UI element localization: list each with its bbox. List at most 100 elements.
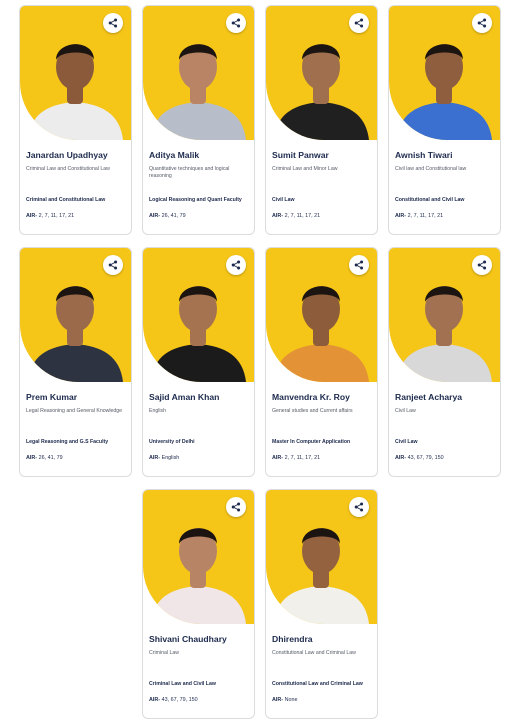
faculty-subjects: Quantitative techniques and logical reas… xyxy=(149,166,230,180)
faculty-specialization: Logical Reasoning and Quant Faculty xyxy=(149,197,242,203)
faculty-specialization: University of Delhi xyxy=(149,439,195,445)
faculty-air: AIR- English xyxy=(149,455,250,461)
faculty-subjects: Civil Law xyxy=(395,408,416,414)
faculty-subjects: Criminal Law xyxy=(149,650,179,656)
air-value: None xyxy=(284,697,298,703)
faculty-name: Prem Kumar xyxy=(26,392,78,402)
share-button[interactable] xyxy=(349,13,369,33)
faculty-specialization: Legal Reasoning and G.S Faculty xyxy=(26,439,109,445)
share-button[interactable] xyxy=(349,255,369,275)
faculty-card[interactable]: Aditya Malik Quantitative techniques and… xyxy=(142,5,255,235)
air-label: AIR- xyxy=(149,213,161,219)
faculty-photo xyxy=(389,6,500,140)
air-label: AIR- xyxy=(395,213,407,219)
air-value: 43, 67, 79, 150 xyxy=(161,697,198,703)
faculty-subjects: General studies and Current affairs xyxy=(272,408,353,414)
faculty-specialization: Constitutional and Civil Law xyxy=(395,197,465,203)
faculty-card[interactable]: Manvendra Kr. Roy General studies and Cu… xyxy=(265,247,378,477)
faculty-photo xyxy=(266,248,377,382)
share-icon xyxy=(231,502,241,512)
faculty-card[interactable]: Janardan Upadhyay Criminal Law and Const… xyxy=(19,5,132,235)
air-label: AIR- xyxy=(26,213,38,219)
faculty-name: Aditya Malik xyxy=(149,150,200,160)
faculty-card[interactable]: Sajid Aman Khan English University of De… xyxy=(142,247,255,477)
faculty-subjects: English xyxy=(149,408,167,414)
share-icon xyxy=(477,18,487,28)
faculty-air: AIR- 2, 7, 11, 17, 21 xyxy=(395,213,496,219)
share-button[interactable] xyxy=(226,497,246,517)
share-button[interactable] xyxy=(103,13,123,33)
faculty-photo xyxy=(143,490,254,624)
share-icon xyxy=(231,260,241,270)
share-button[interactable] xyxy=(472,255,492,275)
air-value: 2, 7, 11, 17, 21 xyxy=(38,213,75,219)
faculty-specialization: Master In Computer Application xyxy=(272,439,351,445)
share-button[interactable] xyxy=(226,255,246,275)
faculty-air: AIR- 2, 7, 11, 17, 21 xyxy=(272,455,373,461)
faculty-name: Sumit Panwar xyxy=(272,150,329,160)
faculty-name: Shivani Chaudhary xyxy=(149,634,227,644)
faculty-subjects: Constitutional Law and Criminal Law xyxy=(272,650,356,656)
air-value: 26, 41, 79 xyxy=(161,213,186,219)
share-button[interactable] xyxy=(226,13,246,33)
faculty-photo xyxy=(389,248,500,382)
faculty-card[interactable]: Shivani Chaudhary Criminal Law Criminal … xyxy=(142,489,255,719)
faculty-card[interactable]: Ranjeet Acharya Civil Law Civil Law AIR-… xyxy=(388,247,501,477)
faculty-photo xyxy=(266,6,377,140)
air-label: AIR- xyxy=(149,455,161,461)
air-label: AIR- xyxy=(272,213,284,219)
faculty-subjects: Criminal Law and Constitutional Law xyxy=(26,166,110,172)
air-value: 43, 67, 79, 150 xyxy=(407,455,444,461)
faculty-air: AIR- 2, 7, 11, 17, 21 xyxy=(26,213,127,219)
faculty-specialization: Civil Law xyxy=(395,439,418,445)
faculty-name: Manvendra Kr. Roy xyxy=(272,392,350,402)
air-value: 2, 7, 11, 17, 21 xyxy=(284,213,321,219)
faculty-subjects: Legal Reasoning and General Knowledge xyxy=(26,408,123,414)
faculty-card[interactable]: Dhirendra Constitutional Law and Crimina… xyxy=(265,489,378,719)
share-icon xyxy=(108,18,118,28)
faculty-name: Janardan Upadhyay xyxy=(26,150,108,160)
air-value: 26, 41, 79 xyxy=(38,455,63,461)
air-label: AIR- xyxy=(26,455,38,461)
share-icon xyxy=(354,18,364,28)
faculty-air: AIR- 26, 41, 79 xyxy=(149,213,250,219)
air-value: 2, 7, 11, 17, 21 xyxy=(407,213,444,219)
air-label: AIR- xyxy=(149,697,161,703)
share-icon xyxy=(231,18,241,28)
faculty-subjects: Civil law and Constitutional law xyxy=(395,166,467,172)
faculty-specialization: Civil Law xyxy=(272,197,295,203)
share-button[interactable] xyxy=(472,13,492,33)
air-label: AIR- xyxy=(395,455,407,461)
air-label: AIR- xyxy=(272,455,284,461)
air-label: AIR- xyxy=(272,697,284,703)
faculty-name: Awnish Tiwari xyxy=(395,150,453,160)
air-value: English xyxy=(161,455,180,461)
faculty-air: AIR- 2, 7, 11, 17, 21 xyxy=(272,213,373,219)
faculty-photo xyxy=(266,490,377,624)
faculty-specialization: Criminal Law and Civil Law xyxy=(149,681,216,687)
air-value: 2, 7, 11, 17, 21 xyxy=(284,455,321,461)
faculty-specialization: Criminal and Constitutional Law xyxy=(26,197,106,203)
share-icon xyxy=(354,260,364,270)
faculty-air: AIR- None xyxy=(272,697,373,703)
share-button[interactable] xyxy=(103,255,123,275)
share-icon xyxy=(477,260,487,270)
faculty-card[interactable]: Prem Kumar Legal Reasoning and General K… xyxy=(19,247,132,477)
faculty-name: Ranjeet Acharya xyxy=(395,392,463,402)
faculty-photo xyxy=(143,248,254,382)
faculty-name: Sajid Aman Khan xyxy=(149,392,220,402)
faculty-name: Dhirendra xyxy=(272,634,313,644)
faculty-subjects: Criminal Law and Minor Law xyxy=(272,166,338,172)
share-button[interactable] xyxy=(349,497,369,517)
faculty-card[interactable]: Awnish Tiwari Civil law and Constitution… xyxy=(388,5,501,235)
faculty-photo xyxy=(20,248,131,382)
faculty-photo xyxy=(20,6,131,140)
faculty-photo xyxy=(143,6,254,140)
faculty-air: AIR- 43, 67, 79, 150 xyxy=(395,455,496,461)
faculty-card[interactable]: Sumit Panwar Criminal Law and Minor Law … xyxy=(265,5,378,235)
share-icon xyxy=(108,260,118,270)
faculty-air: AIR- 26, 41, 79 xyxy=(26,455,127,461)
faculty-air: AIR- 43, 67, 79, 150 xyxy=(149,697,250,703)
faculty-specialization: Constitutional Law and Criminal Law xyxy=(272,681,363,687)
share-icon xyxy=(354,502,364,512)
